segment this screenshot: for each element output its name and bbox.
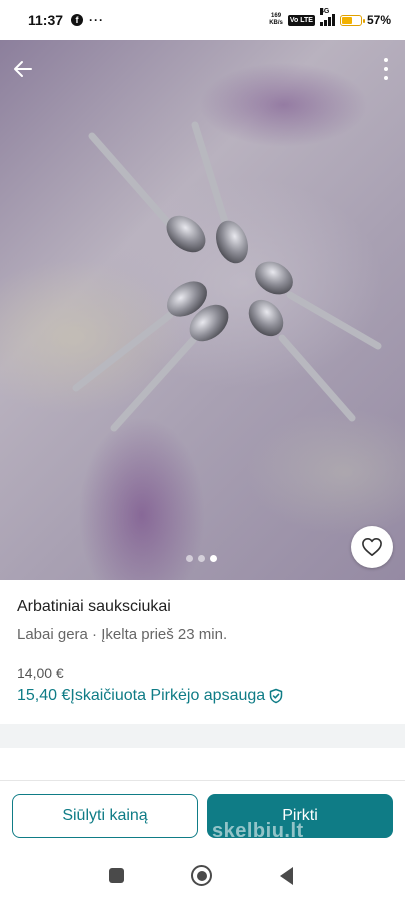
shield-check-icon: [268, 688, 284, 704]
volte-icon: Vo LTE: [287, 14, 315, 26]
back-triangle-icon[interactable]: [280, 867, 293, 885]
status-time: 11:37: [28, 12, 64, 28]
spoon: [110, 304, 229, 432]
status-bar: 11:37 f ··· 169 KB/s Vo LTE 4G 57%: [0, 0, 405, 40]
battery-percent: 57%: [366, 13, 391, 27]
net-speed: 169 KB/s: [269, 13, 283, 26]
facebook-icon: f: [71, 14, 84, 26]
divider: [0, 780, 405, 781]
signal-icon: 4G: [319, 8, 335, 26]
more-notifications-icon: ···: [89, 13, 105, 27]
heart-icon: [362, 538, 382, 556]
more-vertical-icon: [384, 58, 388, 63]
listing-photo[interactable]: [0, 40, 405, 580]
photo-pager: [186, 555, 217, 562]
recent-apps-icon[interactable]: [109, 868, 124, 883]
listing-subtitle: Labai gera · Įkelta prieš 23 min.: [17, 626, 228, 643]
listing-info: Arbatiniai sauksciukai Labai gera · Įkel…: [17, 598, 388, 705]
pager-dot: [198, 555, 205, 562]
battery-icon: [339, 14, 365, 26]
spoon: [88, 132, 206, 253]
buyer-protection-label: Įskaičiuota Pirkėjo apsauga: [70, 687, 266, 704]
pager-dot: [186, 555, 193, 562]
favorite-button[interactable]: [351, 526, 393, 568]
spoon: [248, 299, 356, 422]
pager-dot: [210, 555, 217, 562]
listing-title: Arbatiniai sauksciukai: [17, 598, 171, 615]
make-offer-button[interactable]: Siūlyti kainą: [12, 794, 198, 838]
total-price: 15,40 €: [17, 687, 71, 704]
back-button[interactable]: [10, 56, 36, 82]
section-separator: [0, 724, 405, 748]
total-price-row[interactable]: 15,40 € Įskaičiuota Pirkėjo apsauga: [17, 687, 388, 705]
arrow-left-icon: [14, 61, 32, 77]
buy-button[interactable]: Pirkti: [207, 794, 393, 838]
item-price: 14,00 €: [17, 665, 64, 681]
more-options-button[interactable]: [381, 56, 391, 82]
system-nav-bar: [0, 852, 405, 900]
home-icon[interactable]: [191, 865, 212, 886]
spoons-image: [72, 121, 382, 432]
